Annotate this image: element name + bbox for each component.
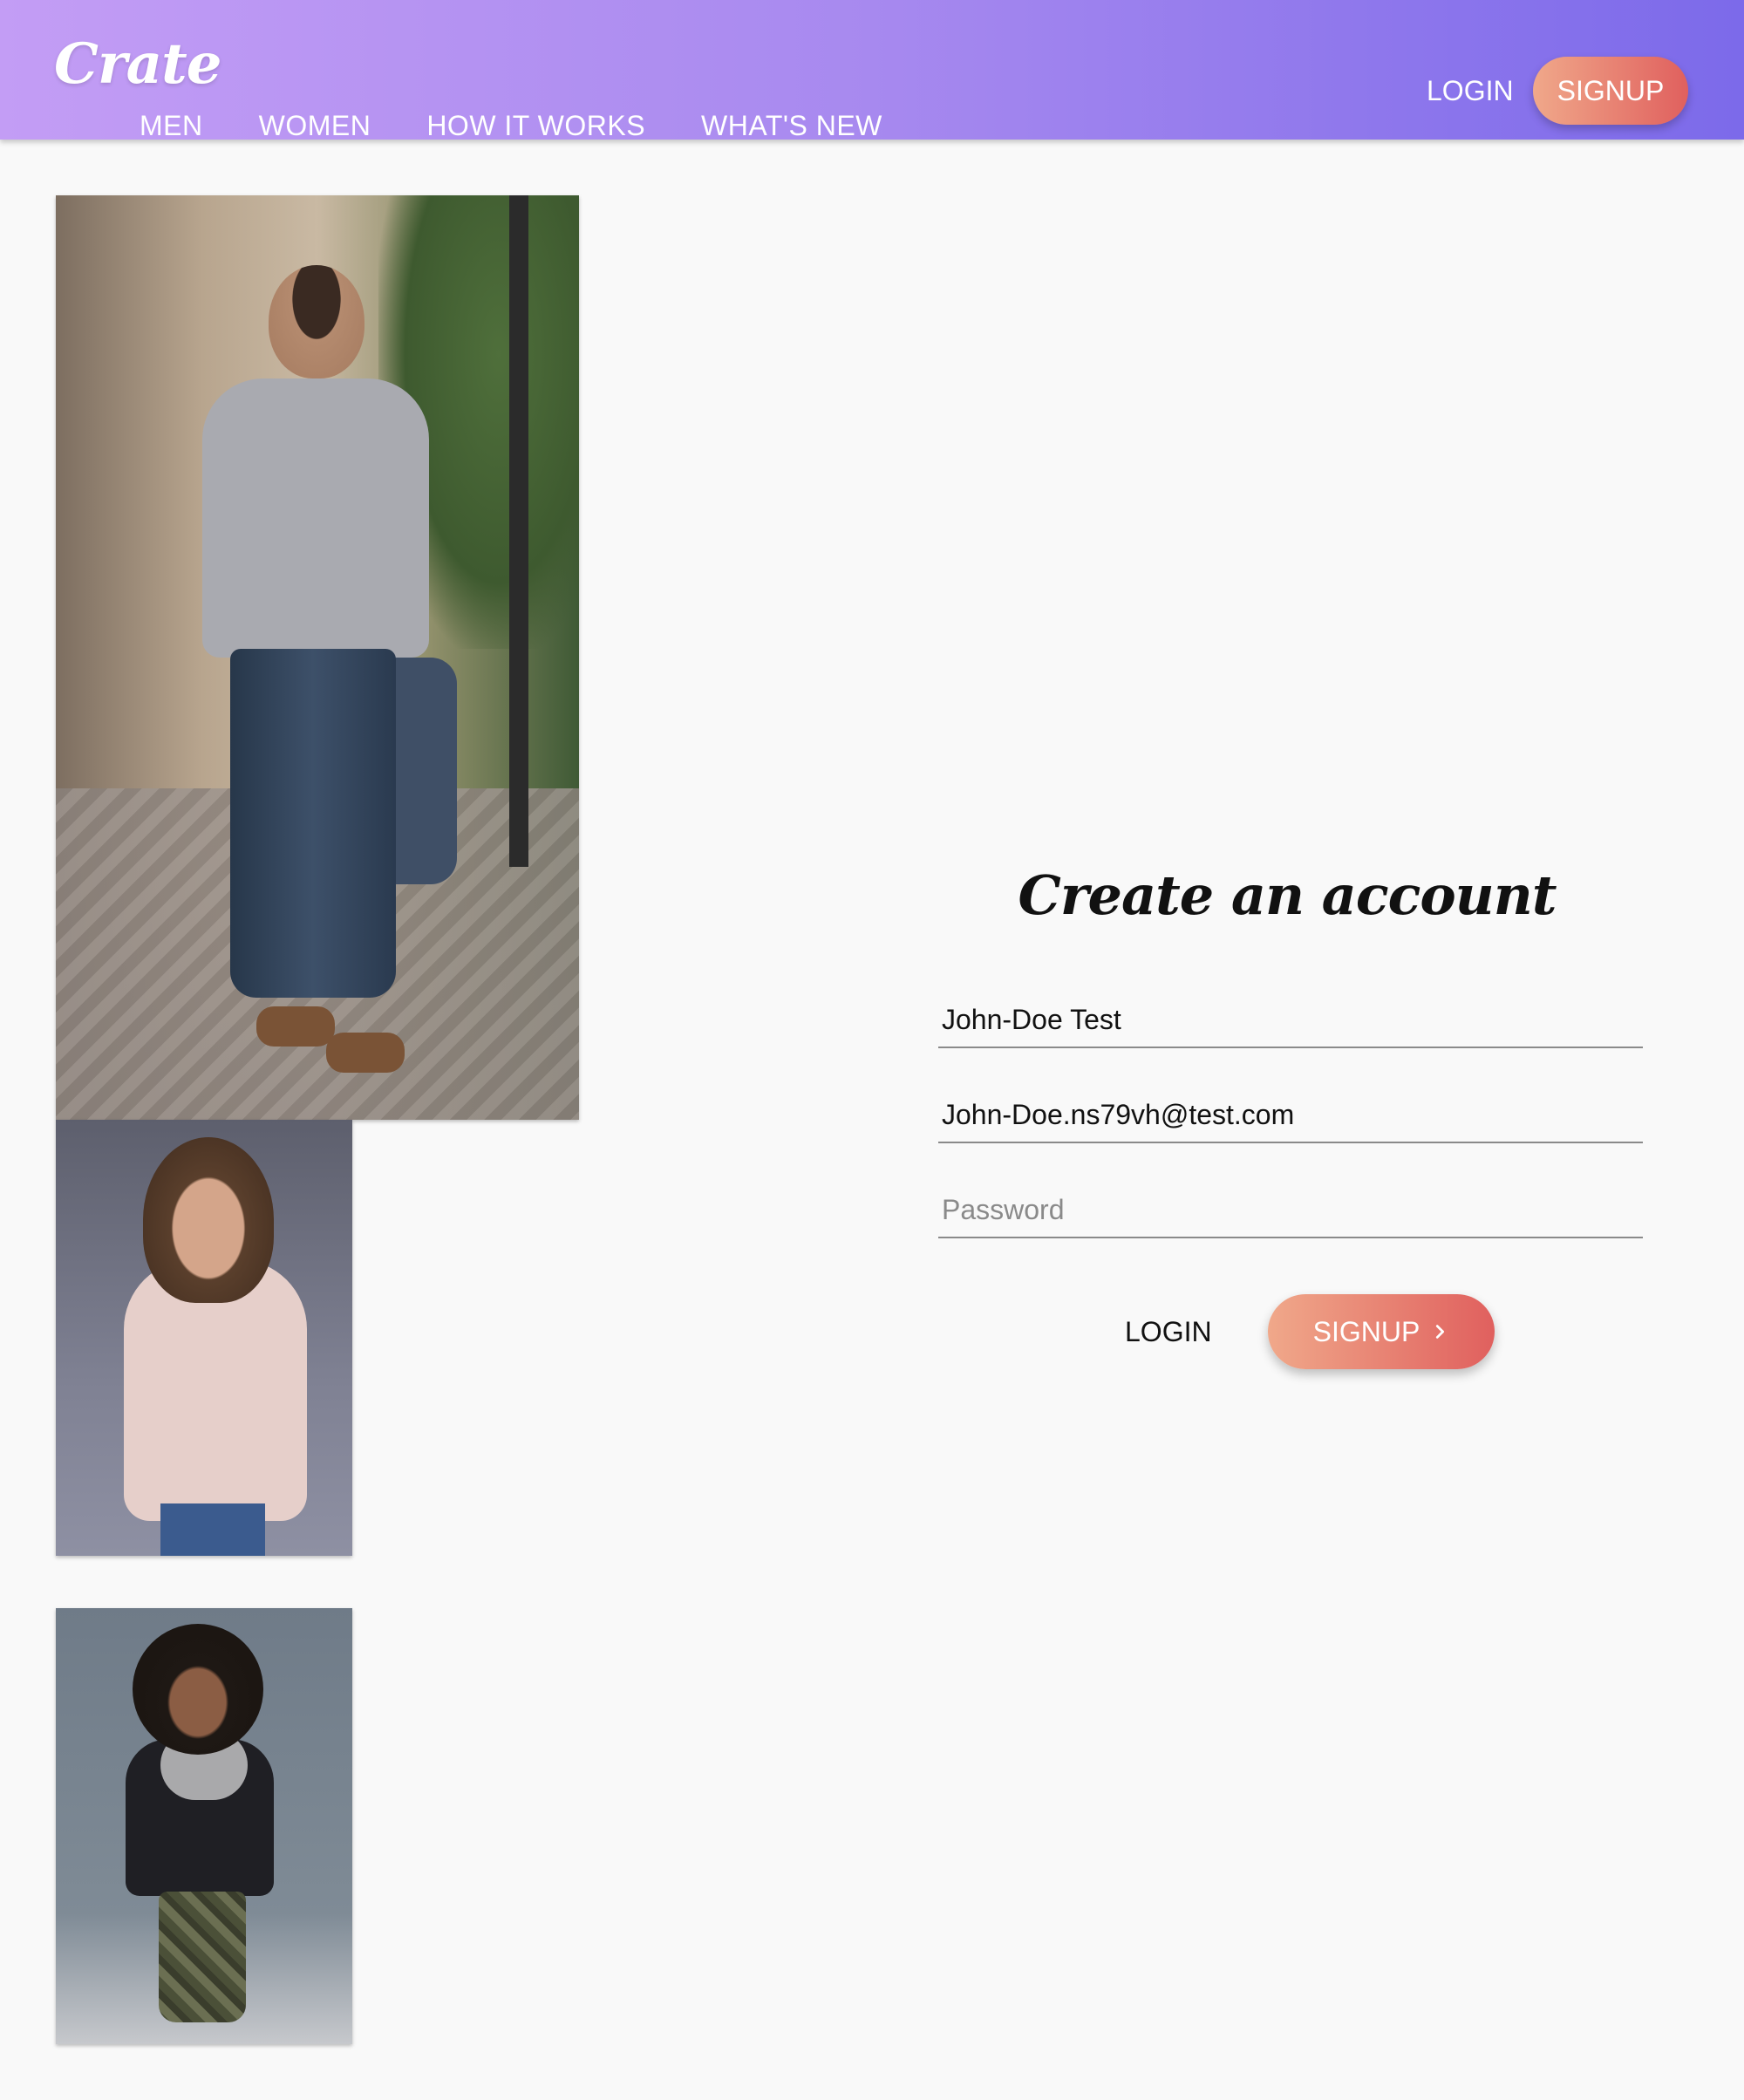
nav-link-whats-new[interactable]: WHAT'S NEW [701,106,882,145]
header-login-link[interactable]: LOGIN [1427,72,1514,110]
name-field[interactable] [938,992,1643,1048]
camo-pants-shape [159,1892,246,2022]
man-walking-photo [56,195,579,1120]
chevron-right-icon [1436,1325,1445,1339]
main-nav: MEN WOMEN HOW IT WORKS WHAT'S NEW [140,106,882,145]
header-signup-button[interactable]: SIGNUP [1533,57,1688,125]
person-shirt-shape [202,378,429,658]
shoe-shape [256,1006,335,1047]
form-signup-label: SIGNUP [1312,1315,1420,1347]
shoe-shape [326,1033,405,1073]
jeans-shape [160,1503,265,1556]
form-login-link[interactable]: LOGIN [1125,1312,1212,1351]
password-field[interactable] [938,1183,1643,1238]
top-header: Crate MEN WOMEN HOW IT WORKS WHAT'S NEW … [0,0,1744,141]
email-field[interactable] [938,1088,1643,1143]
person-jeans-shape [230,649,396,998]
person-head-shape [133,1624,263,1755]
nav-link-women[interactable]: WOMEN [259,106,371,145]
form-signup-button[interactable]: SIGNUP [1268,1294,1495,1369]
person-head-shape [143,1137,274,1303]
nav-link-how-it-works[interactable]: HOW IT WORKS [426,106,645,145]
form-title: Create an account [1018,863,1557,927]
crate-logo[interactable]: Crate [54,31,221,97]
woman-camo-photo [56,1608,352,2044]
nav-link-men[interactable]: MEN [140,106,203,145]
person-head-shape [269,265,364,378]
woman-sweater-photo [56,1120,352,1556]
lamp-pole-shape [509,195,528,867]
